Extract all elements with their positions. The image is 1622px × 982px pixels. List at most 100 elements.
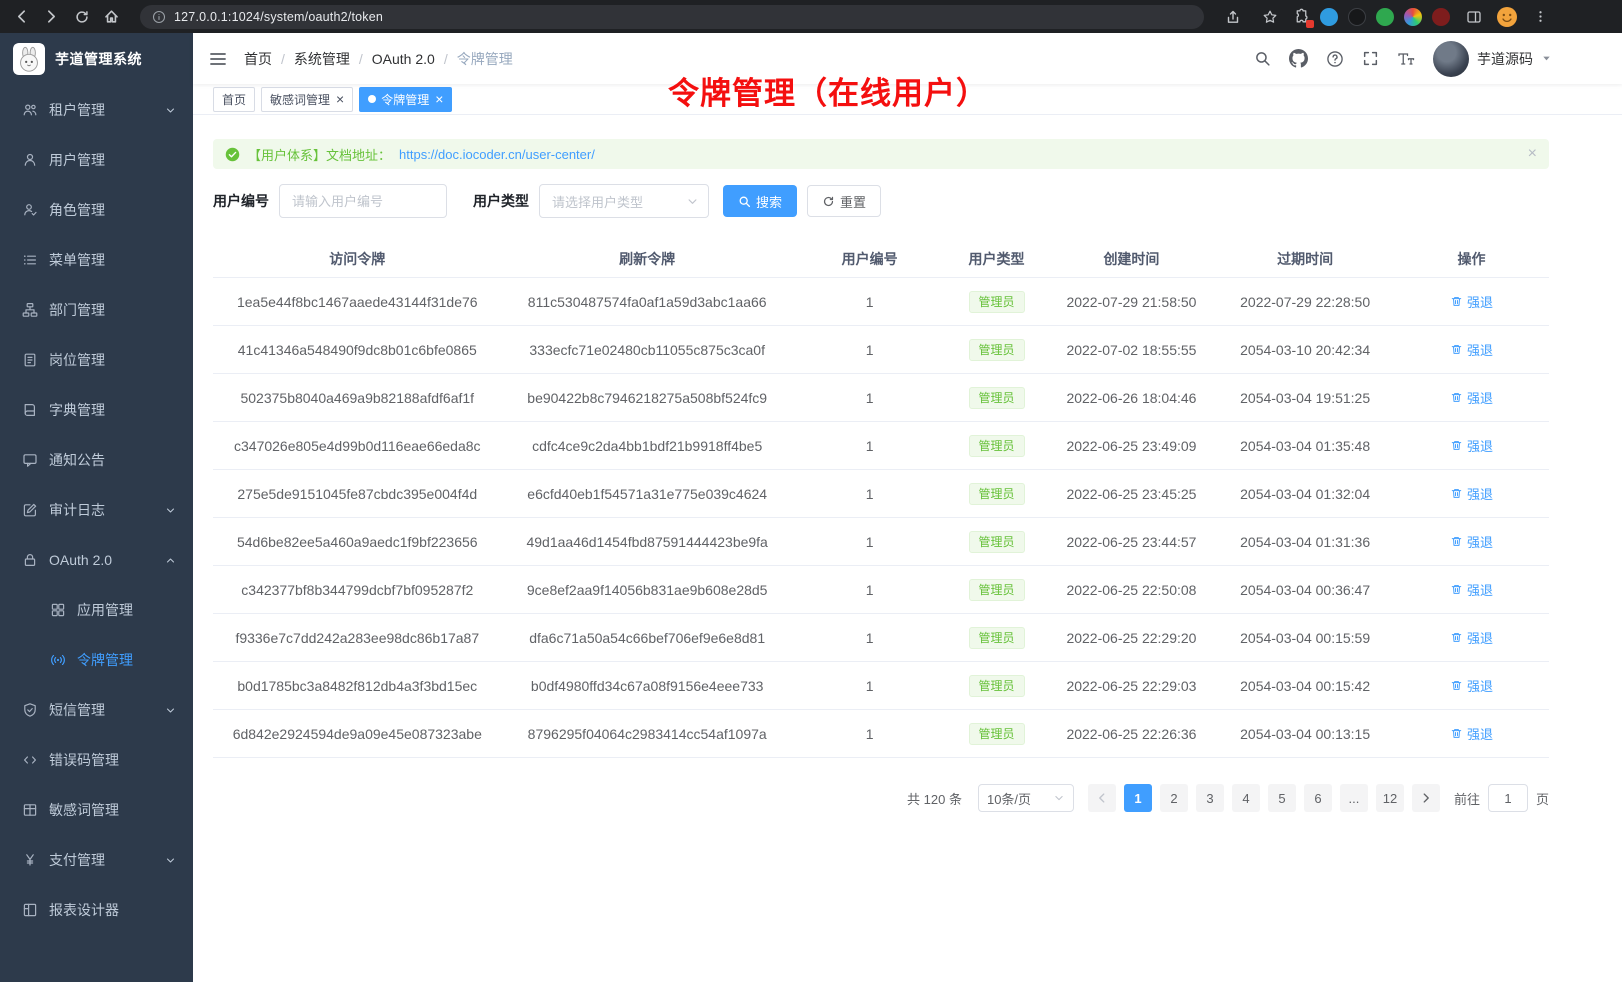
user-id-cell: 1 [793,342,947,358]
sidebar-item-post[interactable]: 岗位管理 [0,335,193,385]
force-logout-button[interactable]: 强退 [1450,580,1493,599]
pagination-more[interactable]: ... [1340,784,1368,812]
tab-close-icon[interactable]: × [336,92,344,106]
bookmark-star-icon[interactable] [1256,3,1283,30]
breadcrumb-item[interactable]: 系统管理 [294,49,350,69]
extension-icon-rainbow[interactable] [1404,8,1422,26]
chevron-down-icon [165,105,176,116]
expire-time-cell: 2054-03-04 01:31:36 [1216,534,1394,550]
force-logout-button[interactable]: 强退 [1450,532,1493,551]
sidebar-item-oauth2-app[interactable]: 应用管理 [0,585,193,635]
sidebar-item-dict[interactable]: 字典管理 [0,385,193,435]
sidebar-item-menu[interactable]: 菜单管理 [0,235,193,285]
tab-token[interactable]: 令牌管理× [359,87,452,112]
search-icon[interactable] [1254,50,1271,67]
browser-forward-icon[interactable] [38,3,65,30]
browser-home-icon[interactable] [98,3,125,30]
sidebar-item-user[interactable]: 用户管理 [0,135,193,185]
extension-icon-dark[interactable] [1348,8,1366,26]
trash-icon [1450,487,1463,500]
font-size-icon[interactable] [1397,51,1415,67]
search-button[interactable]: 搜索 [723,185,797,217]
browser-toolbar: 127.0.0.1:1024/system/oauth2/token [0,0,1622,33]
search-button-label: 搜索 [756,192,782,211]
trash-icon [1450,439,1463,452]
user-id-input[interactable] [279,184,447,218]
force-logout-button[interactable]: 强退 [1450,724,1493,743]
access-token-cell: c347026e805e4d99b0d116eae66eda8c [213,438,502,454]
pagination-total: 共 120 条 [907,789,962,808]
user-id-cell: 1 [793,534,947,550]
table-row: 54d6be82ee5a460a9aedc1f9bf22365649d1aa46… [213,518,1549,566]
pagination-page-3[interactable]: 3 [1196,784,1224,812]
browser-address-bar[interactable]: 127.0.0.1:1024/system/oauth2/token [140,5,1204,29]
sidebar-item-sms[interactable]: 短信管理 [0,685,193,735]
user-type-cell: 管理员 [946,291,1046,313]
breadcrumb-item[interactable]: OAuth 2.0 [372,51,435,67]
expire-time-cell: 2054-03-04 00:13:15 [1216,726,1394,742]
browser-profile-avatar[interactable] [1497,7,1517,27]
pagination-next-button[interactable] [1412,784,1440,812]
pagination-page-12[interactable]: 12 [1376,784,1404,812]
force-logout-button[interactable]: 强退 [1450,388,1493,407]
help-icon[interactable] [1326,50,1344,68]
sidebar-item-role[interactable]: 角色管理 [0,185,193,235]
browser-back-icon[interactable] [8,3,35,30]
user-type-cell: 管理员 [946,339,1046,361]
extension-puzzle-icon[interactable] [1293,8,1310,25]
extension-icon-paw[interactable] [1432,8,1450,26]
browser-menu-icon[interactable] [1527,3,1554,30]
pagination-page-2[interactable]: 2 [1160,784,1188,812]
sidebar-item-pay[interactable]: 支付管理 [0,835,193,885]
pagination-prev-button[interactable] [1088,784,1116,812]
doc-link[interactable]: https://doc.iocoder.cn/user-center/ [399,147,595,162]
sidebar-item-sensitive-word[interactable]: 敏感词管理 [0,785,193,835]
force-logout-label: 强退 [1467,628,1493,647]
sidebar-item-oauth2-token[interactable]: 令牌管理 [0,635,193,685]
tab-home[interactable]: 首页 [213,87,255,112]
github-icon[interactable] [1289,49,1308,68]
alert-close-icon[interactable]: × [1528,145,1537,163]
app-logo[interactable]: 芋道管理系统 [0,33,193,85]
sidebar-item-error-code[interactable]: 错误码管理 [0,735,193,785]
sidebar-item-tenant[interactable]: 租户管理 [0,85,193,135]
share-icon[interactable] [1219,3,1246,30]
force-logout-button[interactable]: 强退 [1450,676,1493,695]
extension-icon-green[interactable] [1376,8,1394,26]
force-logout-button[interactable]: 强退 [1450,484,1493,503]
sidebar-item-notice[interactable]: 通知公告 [0,435,193,485]
site-info-icon[interactable] [152,10,166,24]
refresh-token-cell: 8796295f04064c2983414cc54af1097a [502,726,793,742]
reset-button[interactable]: 重置 [807,185,881,217]
extension-icon-blue[interactable] [1320,8,1338,26]
goto-page-input[interactable] [1488,784,1528,812]
fullscreen-icon[interactable] [1362,50,1379,67]
pagination-pages: 123456...12 [1124,784,1404,812]
create-time-cell: 2022-06-25 22:29:20 [1047,630,1217,646]
force-logout-button[interactable]: 强退 [1450,292,1493,311]
user-type-select[interactable]: 请选择用户类型 [539,184,709,218]
page-size-select[interactable]: 10条/页 [978,784,1074,812]
pagination-page-4[interactable]: 4 [1232,784,1260,812]
tab-sensitive-word[interactable]: 敏感词管理× [261,87,353,112]
sidebar-item-report-designer[interactable]: 报表设计器 [0,885,193,935]
sidebar-item-oauth2[interactable]: OAuth 2.0 [0,535,193,585]
pagination-page-1[interactable]: 1 [1124,784,1152,812]
expire-time-cell: 2054-03-04 00:15:42 [1216,678,1394,694]
force-logout-button[interactable]: 强退 [1450,340,1493,359]
force-logout-button[interactable]: 强退 [1450,436,1493,455]
sidebar-toggle-icon[interactable] [208,49,228,69]
pagination-page-6[interactable]: 6 [1304,784,1332,812]
sidebar-item-dept[interactable]: 部门管理 [0,285,193,335]
sidebar-item-label: 错误码管理 [49,750,183,770]
pagination-page-5[interactable]: 5 [1268,784,1296,812]
browser-reload-icon[interactable] [68,3,95,30]
column-header: 过期时间 [1216,249,1394,269]
sidebar-item-audit-log[interactable]: 审计日志 [0,485,193,535]
split-view-icon[interactable] [1460,3,1487,30]
force-logout-button[interactable]: 强退 [1450,628,1493,647]
user-menu[interactable]: 芋道源码 [1433,41,1552,77]
action-cell: 强退 [1394,436,1549,455]
tab-close-icon[interactable]: × [435,92,443,106]
breadcrumb-item[interactable]: 首页 [244,49,272,69]
